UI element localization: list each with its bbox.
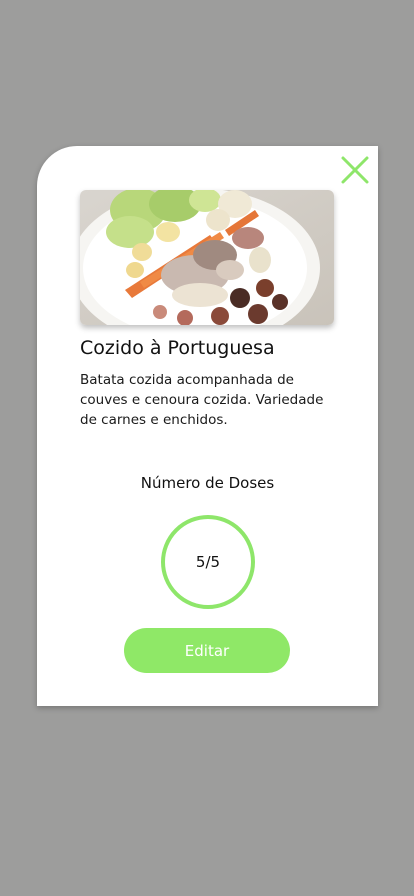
doses-value: 5/5 [195, 553, 221, 571]
recipe-description: Batata cozida acompanhada de couves e ce… [80, 372, 324, 428]
close-icon [341, 156, 369, 184]
close-button[interactable] [339, 154, 371, 186]
doses-label: Número de Doses [140, 474, 275, 492]
dish-image [80, 190, 334, 325]
edit-button-label: Editar [184, 641, 230, 660]
recipe-title: Cozido à Portuguesa [80, 337, 275, 359]
doses-indicator: 5/5 [161, 515, 255, 609]
edit-button[interactable]: Editar [124, 628, 290, 673]
recipe-modal: Cozido à Portuguesa Batata cozida acompa… [37, 146, 378, 706]
